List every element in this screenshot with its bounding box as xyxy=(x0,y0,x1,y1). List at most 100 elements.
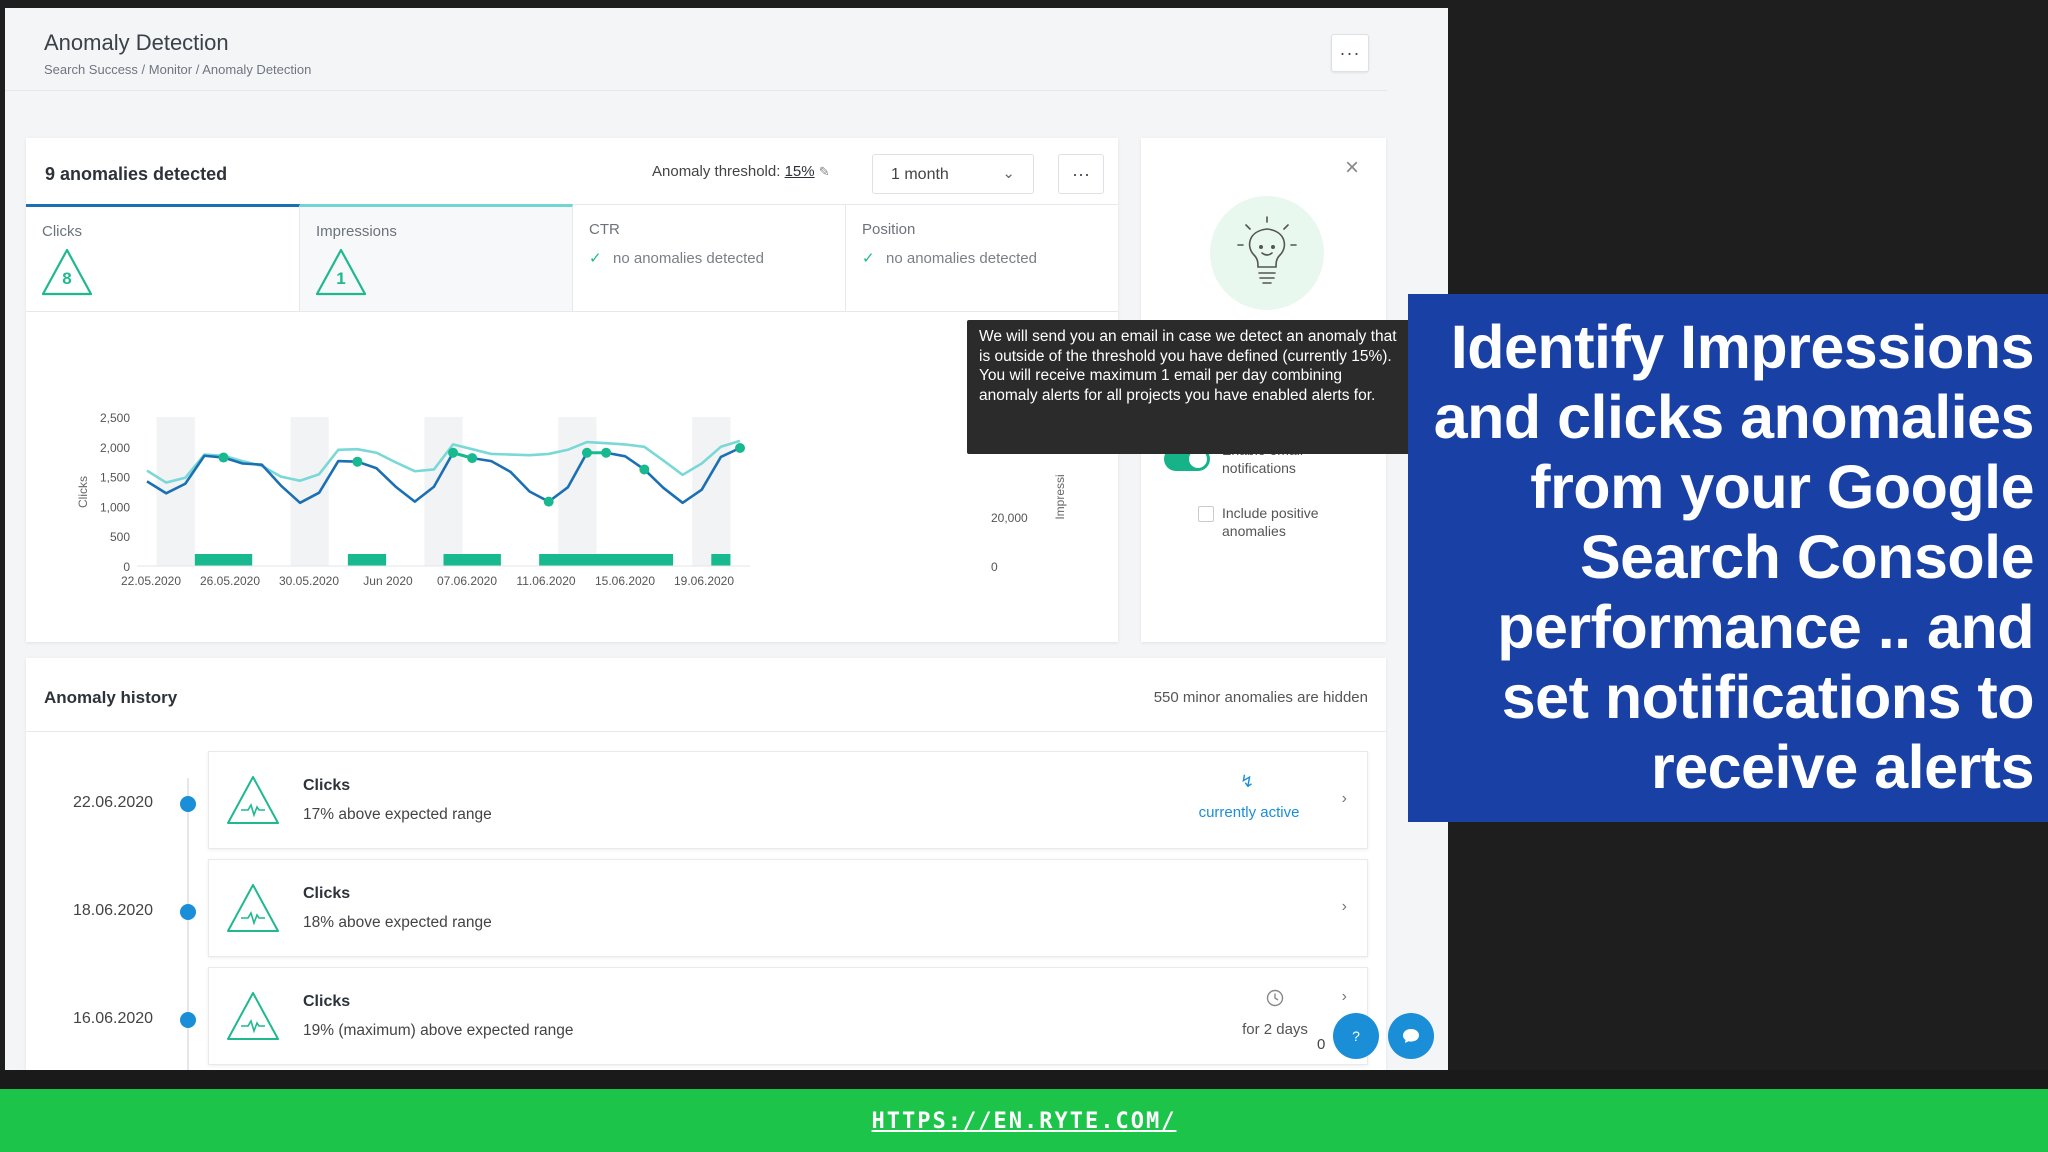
footer-bar: HTTPS://EN.RYTE.COM/ xyxy=(0,1089,2048,1152)
period-select[interactable]: 1 month ⌄ xyxy=(872,154,1034,194)
x-tick-label: 11.06.2020 xyxy=(516,574,575,588)
positive-anomalies-checkbox[interactable] xyxy=(1198,506,1214,522)
history-metric: Clicks xyxy=(303,885,351,902)
y-right-axis-label: Impressi xyxy=(1053,474,1067,519)
check-icon: ✓ xyxy=(862,250,875,267)
anomaly-bar xyxy=(347,554,387,566)
anomaly-point xyxy=(735,442,745,453)
chevron-down-icon: ⌄ xyxy=(1002,165,1015,182)
banner-line: Identify Impressions xyxy=(1450,313,2035,381)
history-description: 19% (maximum) above expected range xyxy=(303,1022,574,1039)
anomaly-line-chart: 2,5002,0001,5001,000500020,000022.05.202… xyxy=(76,411,1067,588)
tab-impressions[interactable]: Impressions 1 xyxy=(300,204,573,312)
tab-status: no anomalies detected xyxy=(613,250,764,267)
close-icon[interactable]: × xyxy=(1345,154,1359,182)
chevron-right-icon[interactable]: › xyxy=(1342,898,1347,916)
y-right-tick-label: 20,000 xyxy=(991,511,1028,525)
x-tick-label: Jun 2020 xyxy=(363,574,413,588)
y-tick-label: 500 xyxy=(110,530,130,544)
chat-count: 0 xyxy=(1317,1036,1326,1053)
timeline-dot xyxy=(180,796,196,812)
history-metric: Clicks xyxy=(303,777,351,794)
app-window: Anomaly Detection Search Success / Monit… xyxy=(5,8,1448,1070)
promo-banner: Identify Impressions and clicks anomalie… xyxy=(1408,294,2048,822)
site-link[interactable]: HTTPS://EN.RYTE.COM/ xyxy=(0,1109,2048,1134)
weekend-band xyxy=(290,417,329,566)
history-metric: Clicks xyxy=(303,993,351,1010)
hidden-anomalies-count[interactable]: 550 minor anomalies are hidden xyxy=(1154,689,1368,706)
threshold-value[interactable]: 15% xyxy=(785,163,815,180)
banner-text: Identify Impressions and clicks anomalie… xyxy=(1414,312,2035,802)
x-tick-label: 15.06.2020 xyxy=(595,574,655,588)
breadcrumb[interactable]: Search Success / Monitor / Anomaly Detec… xyxy=(44,62,311,77)
anomaly-bar xyxy=(194,554,253,566)
anomaly-pulse-icon xyxy=(227,992,279,1040)
x-tick-label: 30.05.2020 xyxy=(279,574,339,588)
anomaly-summary-card: 9 anomalies detected Anomaly threshold: … xyxy=(26,138,1118,642)
chat-button[interactable] xyxy=(1388,1013,1434,1059)
divider xyxy=(26,731,1386,732)
history-date: 22.06.2020 xyxy=(73,794,154,811)
anomaly-threshold: Anomaly threshold: 15% ✎ xyxy=(652,163,830,180)
x-tick-label: 19.06.2020 xyxy=(674,574,734,588)
anomaly-history-card: Anomaly history 550 minor anomalies are … xyxy=(26,658,1386,1070)
banner-line: Search Console xyxy=(1579,523,2035,591)
header-more-button[interactable]: ··· xyxy=(1331,34,1369,72)
history-row[interactable]: Clicks 19% (maximum) above expected rang… xyxy=(208,967,1368,1065)
check-icon: ✓ xyxy=(589,250,602,267)
tab-status: no anomalies detected xyxy=(886,250,1037,267)
anomaly-bar xyxy=(539,554,674,566)
card-more-button[interactable]: ··· xyxy=(1058,154,1104,194)
x-tick-label: 26.05.2020 xyxy=(200,574,260,588)
tab-ctr[interactable]: CTR ✓ no anomalies detected xyxy=(573,204,846,312)
tab-clicks[interactable]: Clicks 8 xyxy=(26,204,300,312)
chat-icon xyxy=(1403,1029,1419,1043)
banner-line: from your Google xyxy=(1530,453,2034,521)
tab-position[interactable]: Position ✓ no anomalies detected xyxy=(846,204,1118,312)
lightning-icon: ↯ xyxy=(1240,772,1255,791)
banner-line: performance .. and xyxy=(1497,593,2034,661)
anomaly-bar xyxy=(711,554,731,566)
tab-label: Clicks xyxy=(42,223,82,240)
y-tick-label: 0 xyxy=(123,560,130,574)
y-tick-label: 1,500 xyxy=(100,471,130,485)
anomaly-point xyxy=(581,447,592,458)
lightbulb-icon xyxy=(1237,216,1297,284)
page-title: Anomaly Detection xyxy=(44,30,229,55)
anomaly-pulse-icon xyxy=(227,884,279,932)
page-header: Anomaly Detection Search Success / Monit… xyxy=(5,8,1387,91)
history-title: Anomaly history xyxy=(44,688,178,707)
tab-label: CTR xyxy=(589,221,620,238)
anomaly-count-badge: 8 xyxy=(62,269,72,288)
timeline-dot xyxy=(180,904,196,920)
chevron-right-icon[interactable]: › xyxy=(1342,790,1347,808)
history-status: currently active xyxy=(1198,804,1300,821)
video-background-strip xyxy=(0,1070,2048,1089)
y-tick-label: 2,500 xyxy=(100,411,130,425)
y-tick-label: 2,000 xyxy=(100,441,130,455)
threshold-label: Anomaly threshold: xyxy=(652,163,781,180)
tooltip-text: We will send you an email in case we det… xyxy=(979,328,1397,365)
tooltip-text: You will receive maximum 1 email per day… xyxy=(979,367,1376,404)
history-description: 17% above expected range xyxy=(303,806,492,823)
anomaly-point xyxy=(218,452,229,463)
positive-anomalies-label: Include positive anomalies xyxy=(1222,505,1319,539)
timeline-dot xyxy=(180,1012,196,1028)
tab-label: Impressions xyxy=(316,223,397,240)
history-date: 18.06.2020 xyxy=(73,902,154,919)
period-value: 1 month xyxy=(891,166,949,183)
x-tick-label: 07.06.2020 xyxy=(437,574,497,588)
help-button[interactable]: ? xyxy=(1333,1013,1379,1059)
anomaly-count-badge: 1 xyxy=(336,269,346,288)
history-row[interactable]: Clicks 17% above expected range ↯ curren… xyxy=(208,751,1368,849)
pencil-icon[interactable]: ✎ xyxy=(819,164,830,179)
anomaly-bar xyxy=(443,554,501,566)
banner-line: receive alerts xyxy=(1650,733,2035,801)
history-date: 16.06.2020 xyxy=(73,1010,154,1027)
history-row[interactable]: Clicks 18% above expected range › xyxy=(208,859,1368,957)
y-tick-label: 1,000 xyxy=(100,500,130,514)
clock-icon xyxy=(1266,989,1284,1007)
weekend-band xyxy=(424,417,463,566)
chevron-right-icon[interactable]: › xyxy=(1342,988,1347,1006)
y-right-tick-label: 0 xyxy=(991,560,998,574)
